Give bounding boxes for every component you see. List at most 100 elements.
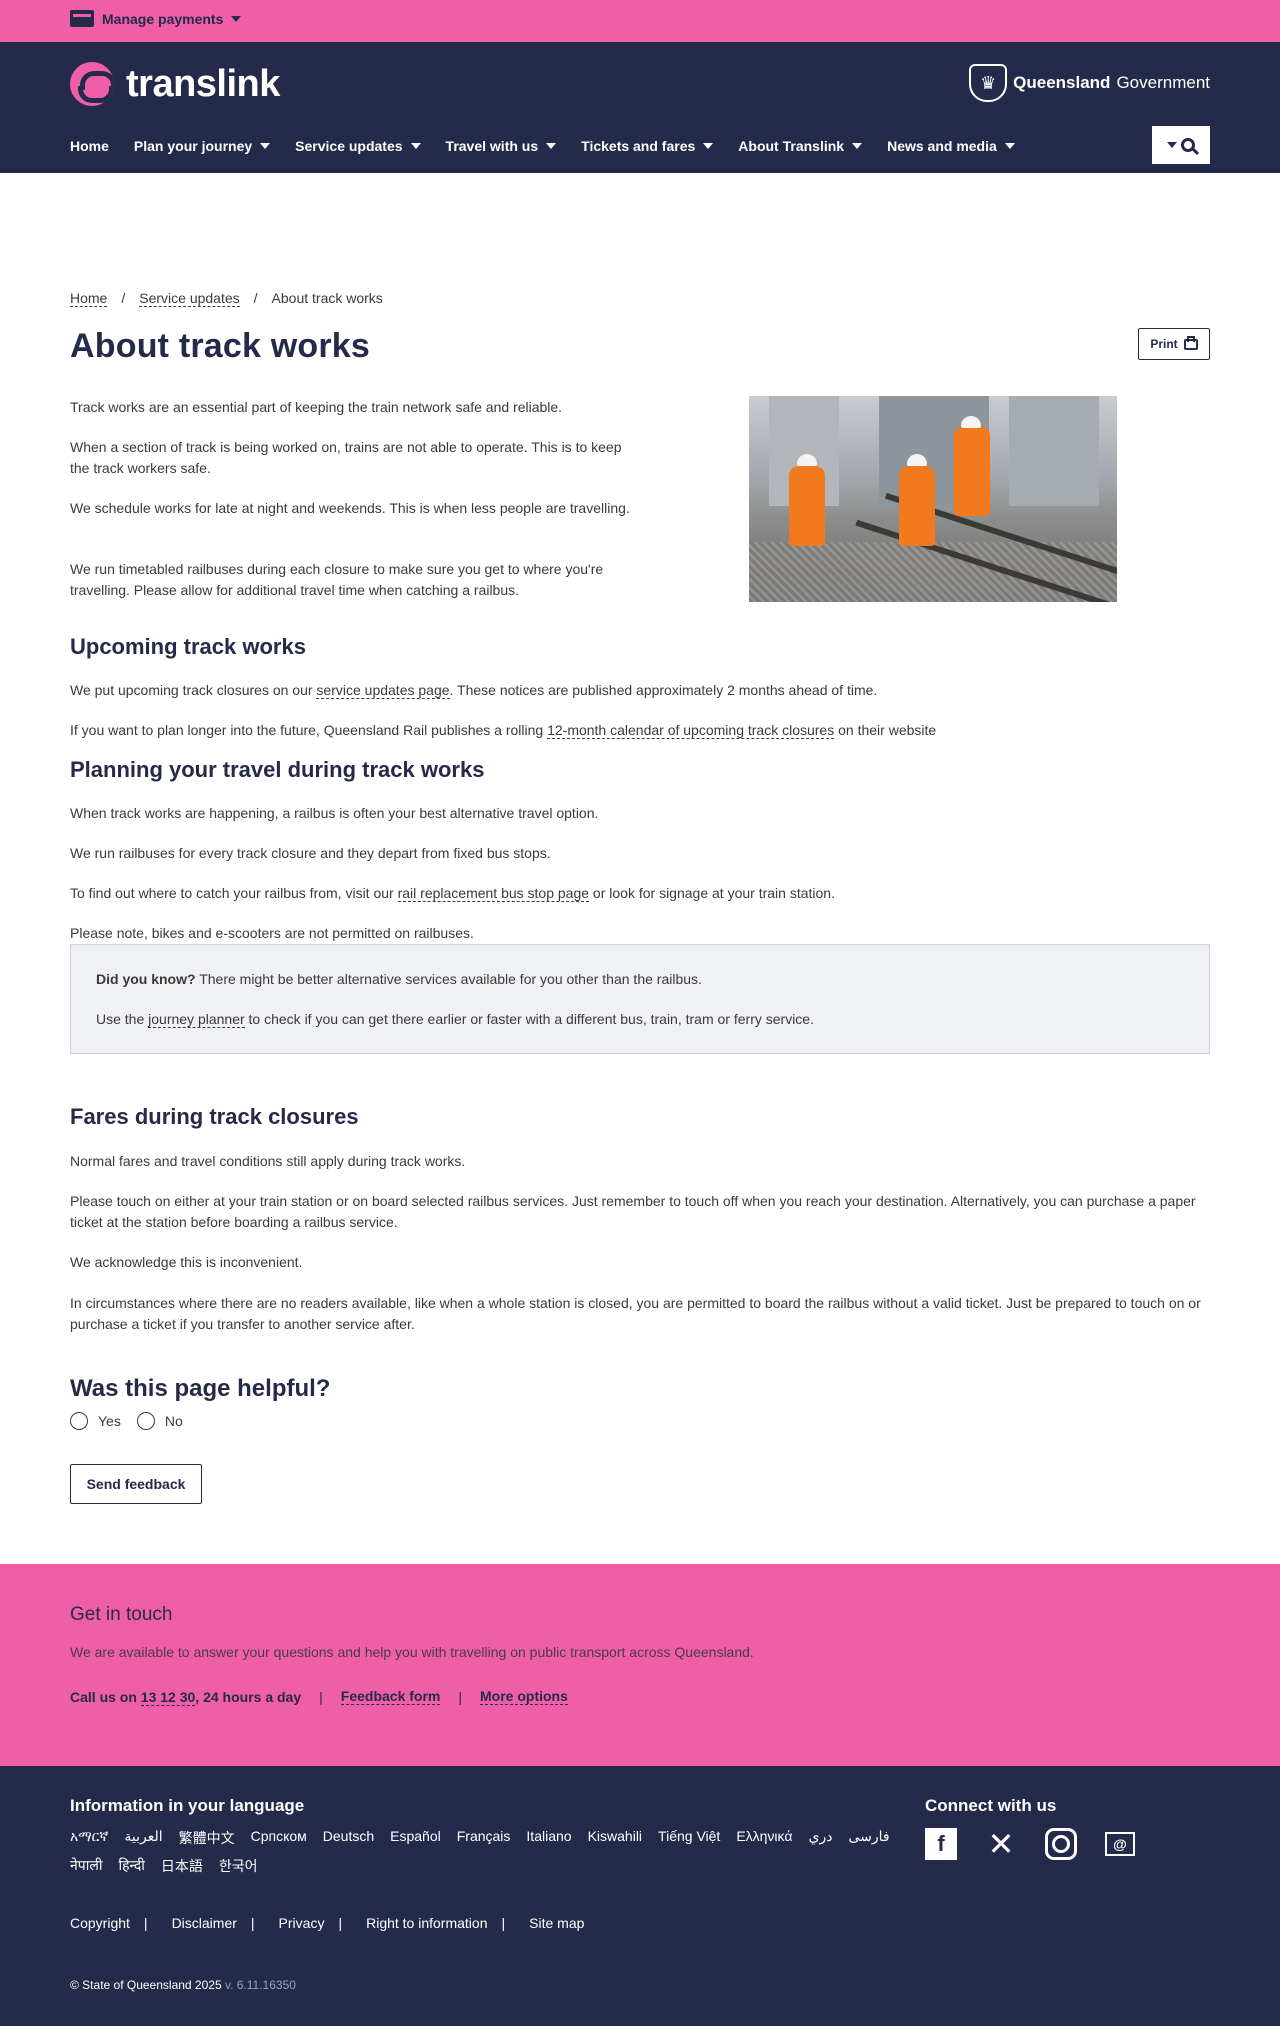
search-icon — [1181, 138, 1195, 152]
legal-separator: | — [250, 1915, 255, 1931]
closures-calendar-link[interactable]: 12-month calendar of upcoming track clos… — [547, 722, 835, 739]
radio-no[interactable] — [136, 1412, 155, 1430]
nav-plan-your-journey[interactable]: Plan your journey — [134, 134, 271, 158]
feedback-heading: Was this page helpful? — [70, 1375, 331, 1402]
page-title: About track works — [70, 327, 371, 365]
nav-label: Tickets and fares — [581, 138, 696, 154]
language-link[interactable]: Kiswahili — [588, 1828, 642, 1848]
fares-heading: Fares during track closures — [70, 1104, 359, 1129]
nav-travel-with-us[interactable]: Travel with us — [446, 134, 557, 158]
chevron-down-icon — [260, 143, 271, 149]
did-you-know-callout: Did you know? There might be better alte… — [70, 944, 1210, 1054]
search-button[interactable] — [1152, 126, 1210, 164]
site-map-link[interactable]: Site map — [529, 1915, 584, 1931]
email-icon[interactable]: @ — [1105, 1832, 1135, 1856]
fares-paragraph-3: We acknowledge this is inconvenient. — [70, 1254, 303, 1270]
breadcrumb-service-updates[interactable]: Service updates — [139, 290, 240, 307]
fares-paragraph-1: Normal fares and travel conditions still… — [70, 1153, 466, 1169]
intro-paragraph-3: We schedule works for late at night and … — [70, 500, 630, 516]
language-link[interactable]: हिन्दी — [118, 1856, 144, 1876]
rail-replacement-link[interactable]: rail replacement bus stop page — [397, 885, 590, 902]
service-updates-link[interactable]: service updates page — [316, 682, 450, 699]
language-list: አማርኛ العربية 繁體中文 Српском Deutsch Españo… — [70, 1828, 890, 1876]
disclaimer-link[interactable]: Disclaimer — [172, 1915, 237, 1931]
language-link[interactable]: العربية — [124, 1828, 162, 1848]
chevron-down-icon — [1004, 143, 1015, 149]
nav-label: Service updates — [295, 138, 403, 154]
chevron-down-icon — [546, 143, 557, 149]
queensland-government-logo[interactable]: ♛ Queensland Government — [969, 64, 1210, 102]
legal-separator: | — [143, 1915, 148, 1931]
send-feedback-button[interactable]: Send feedback — [70, 1464, 202, 1504]
language-link[interactable]: नेपाली — [70, 1856, 102, 1876]
breadcrumb-home[interactable]: Home — [70, 290, 108, 307]
feedback-options: Yes No — [70, 1412, 189, 1430]
gov-rest: Government — [1116, 73, 1210, 92]
privacy-link[interactable]: Privacy — [279, 1915, 325, 1931]
chevron-down-icon — [410, 143, 421, 149]
nav-service-updates[interactable]: Service updates — [295, 134, 421, 158]
intro-paragraph-1: Track works are an essential part of kee… — [70, 399, 563, 415]
breadcrumb-separator: / — [253, 290, 258, 306]
social-links: f ✕ @ — [925, 1826, 1135, 1862]
radio-yes[interactable] — [70, 1412, 88, 1430]
language-link[interactable]: 한국어 — [219, 1856, 258, 1876]
legal-separator: | — [338, 1915, 343, 1931]
language-link[interactable]: فارسی — [848, 1828, 889, 1848]
print-button[interactable]: Print — [1138, 328, 1210, 360]
breadcrumb-current: About track works — [271, 290, 383, 306]
legal-separator: | — [501, 1915, 506, 1931]
right-to-information-link[interactable]: Right to information — [366, 1915, 487, 1931]
upcoming-paragraph-1: We put upcoming track closures on our se… — [70, 682, 878, 699]
planning-paragraph-2: We run railbuses for every track closure… — [70, 845, 551, 861]
upcoming-heading: Upcoming track works — [70, 634, 306, 659]
intro-paragraph-4: We run timetabled railbuses during each … — [70, 561, 604, 598]
manage-payments-menu[interactable]: Manage payments — [70, 10, 242, 27]
more-options-link[interactable]: More options — [480, 1688, 568, 1705]
gov-bold: Queensland — [1013, 73, 1111, 92]
connect-heading: Connect with us — [925, 1796, 1057, 1815]
language-link[interactable]: Español — [390, 1828, 441, 1848]
nav-label: Home — [70, 138, 109, 154]
nav-label: About Translink — [738, 138, 845, 154]
contact-line: Call us on 13 12 30, 24 hours a day | Fe… — [70, 1688, 568, 1706]
language-link[interactable]: Tiếng Việt — [658, 1828, 720, 1848]
language-link[interactable]: Deutsch — [323, 1828, 374, 1848]
top-bar: Manage payments — [0, 0, 1280, 42]
copyright-link[interactable]: Copyright — [70, 1915, 130, 1931]
chevron-down-icon — [703, 143, 714, 149]
call-us-text: Call us on 13 12 30, 24 hours a day — [70, 1688, 302, 1706]
printer-icon — [1183, 335, 1198, 350]
nav-news-and-media[interactable]: News and media — [887, 134, 1015, 158]
language-link[interactable]: Français — [457, 1828, 511, 1848]
planning-paragraph-3: To find out where to catch your railbus … — [70, 885, 835, 902]
instagram-icon[interactable] — [1045, 1828, 1077, 1860]
planning-heading: Planning your travel during track works — [70, 757, 485, 782]
nav-about-translink[interactable]: About Translink — [738, 134, 863, 158]
copyright-text: © State of Queensland 2025 v. 6.11.16350 — [70, 1978, 296, 1992]
chevron-down-icon — [231, 15, 242, 22]
translink-logo[interactable]: translink — [70, 62, 280, 106]
language-link[interactable]: Ελληνικά — [736, 1828, 792, 1848]
language-link[interactable]: Српском — [251, 1828, 307, 1848]
track-workers-photo — [749, 396, 1117, 602]
x-icon[interactable]: ✕ — [985, 1826, 1017, 1862]
phone-link[interactable]: 13 12 30 — [140, 1688, 196, 1706]
journey-planner-link[interactable]: journey planner — [148, 1011, 245, 1028]
site-footer: Information in your language አማርኛ العربي… — [0, 1766, 1280, 2026]
nav-tickets-and-fares[interactable]: Tickets and fares — [581, 134, 714, 158]
get-in-touch-section: Get in touch We are available to answer … — [0, 1564, 1280, 1766]
feedback-form-link[interactable]: Feedback form — [340, 1688, 441, 1705]
language-link[interactable]: 繁體中文 — [179, 1828, 235, 1848]
chevron-down-icon — [1167, 142, 1177, 148]
planning-paragraph-1: When track works are happening, a railbu… — [70, 805, 599, 821]
callout-line-1: Did you know? There might be better alte… — [96, 971, 702, 987]
nav-home[interactable]: Home — [70, 134, 109, 158]
print-label: Print — [1150, 337, 1178, 351]
language-link[interactable]: 日本語 — [161, 1856, 203, 1876]
fares-paragraph-4: In circumstances where there are no read… — [70, 1295, 1201, 1332]
language-link[interactable]: دري — [808, 1828, 832, 1848]
language-link[interactable]: አማርኛ — [70, 1828, 108, 1848]
facebook-icon[interactable]: f — [925, 1828, 957, 1860]
language-link[interactable]: Italiano — [526, 1828, 571, 1848]
